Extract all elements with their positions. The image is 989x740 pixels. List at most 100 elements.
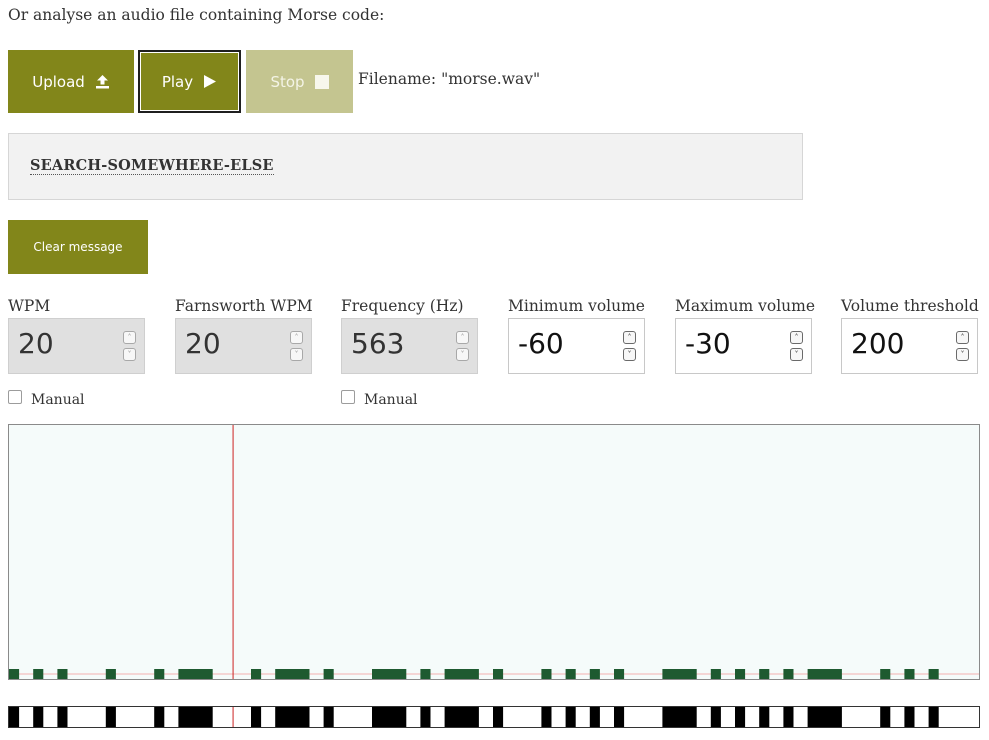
farnsworth-wpm-value: 20 — [185, 327, 221, 360]
signal-pulse — [710, 669, 721, 679]
morse-mark — [33, 707, 44, 727]
minimum-volume-field: Minimum volume -60 ˄ ˅ — [508, 297, 646, 374]
volume-threshold-field: Volume threshold 200 ˄ ˅ — [841, 297, 979, 374]
upload-button[interactable]: Upload — [8, 50, 134, 113]
signal-pulse — [662, 669, 697, 679]
stop-icon — [314, 74, 329, 89]
morse-mark — [614, 707, 625, 727]
morse-mark — [154, 707, 165, 727]
morse-mark — [589, 707, 600, 727]
threshold-decrement-icon[interactable]: ˅ — [956, 348, 969, 361]
wpm-input[interactable]: 20 ˄ ˅ — [8, 318, 145, 374]
minimum-volume-label: Minimum volume — [508, 297, 645, 315]
morse-mark — [372, 707, 407, 727]
manual-wpm-checkbox[interactable] — [8, 390, 22, 404]
morse-mark — [807, 707, 842, 727]
min-volume-increment-icon[interactable]: ˄ — [623, 331, 636, 344]
signal-pulse — [33, 669, 44, 679]
threshold-increment-icon[interactable]: ˄ — [956, 331, 969, 344]
frequency-increment-icon[interactable]: ˄ — [456, 331, 469, 344]
farnsworth-wpm-field: Farnsworth WPM 20 ˄ ˅ — [175, 297, 313, 374]
signal-pulse — [759, 669, 770, 679]
morse-mark — [323, 707, 334, 727]
frequency-input[interactable]: 563 ˄ ˅ — [341, 318, 478, 374]
morse-mark — [880, 707, 891, 727]
wpm-value: 20 — [18, 327, 54, 360]
stop-button[interactable]: Stop — [246, 50, 353, 113]
signal-pulse — [928, 669, 939, 679]
signal-pulse — [589, 669, 600, 679]
farnsworth-wpm-input[interactable]: 20 ˄ ˅ — [175, 318, 312, 374]
morse-mark — [541, 707, 552, 727]
play-button-label: Play — [161, 72, 194, 91]
volume-threshold-value: 200 — [851, 327, 905, 360]
signal-pulse — [57, 669, 68, 679]
signal-pulse — [444, 669, 479, 679]
wpm-decrement-icon[interactable]: ˅ — [123, 348, 136, 361]
manual-wpm-toggle[interactable]: Manual — [8, 390, 85, 408]
signal-pulse — [323, 669, 334, 679]
farnsworth-increment-icon[interactable]: ˄ — [290, 331, 303, 344]
farnsworth-wpm-label: Farnsworth WPM — [175, 297, 313, 315]
morse-mark — [493, 707, 504, 727]
decoded-message-text: SEARCH-SOMEWHERE-ELSE — [30, 157, 274, 175]
signal-pulse — [807, 669, 842, 679]
manual-wpm-label: Manual — [31, 392, 85, 408]
morse-mark — [275, 707, 310, 727]
maximum-volume-label: Maximum volume — [675, 297, 816, 315]
min-volume-decrement-icon[interactable]: ˅ — [623, 348, 636, 361]
decoded-message-box: SEARCH-SOMEWHERE-ELSE — [8, 133, 803, 200]
frequency-value: 563 — [351, 327, 405, 360]
upload-button-label: Upload — [32, 72, 85, 91]
filename-text: Filename: "morse.wav" — [358, 70, 541, 88]
signal-pulse — [541, 669, 552, 679]
maximum-volume-input[interactable]: -30 ˄ ˅ — [675, 318, 812, 374]
morse-mark — [9, 707, 20, 727]
morse-timeline[interactable] — [8, 706, 980, 728]
signal-pulse — [9, 669, 20, 679]
wpm-increment-icon[interactable]: ˄ — [123, 331, 136, 344]
frequency-decrement-icon[interactable]: ˅ — [456, 348, 469, 361]
clear-message-button[interactable]: Clear message — [8, 220, 148, 274]
morse-mark — [904, 707, 915, 727]
morse-mark — [565, 707, 576, 727]
farnsworth-decrement-icon[interactable]: ˅ — [290, 348, 303, 361]
max-volume-decrement-icon[interactable]: ˅ — [790, 348, 803, 361]
signal-pulse — [178, 669, 213, 679]
signal-pulse — [420, 669, 431, 679]
maximum-volume-field: Maximum volume -30 ˄ ˅ — [675, 297, 816, 374]
signal-visualizer[interactable] — [8, 424, 980, 680]
signal-pulse — [154, 669, 165, 679]
morse-mark — [105, 707, 116, 727]
play-icon — [204, 75, 217, 88]
max-volume-increment-icon[interactable]: ˄ — [790, 331, 803, 344]
morse-mark — [57, 707, 68, 727]
maximum-volume-value: -30 — [685, 327, 731, 360]
signal-pulse — [372, 669, 407, 679]
morse-mark — [420, 707, 431, 727]
manual-frequency-toggle[interactable]: Manual — [341, 390, 418, 408]
stop-button-label: Stop — [270, 72, 305, 91]
volume-threshold-label: Volume threshold — [841, 297, 979, 315]
morse-mark — [251, 707, 262, 727]
signal-pulse — [105, 669, 116, 679]
signal-visualizer-canvas — [9, 425, 979, 679]
intro-text: Or analyse an audio file containing Mors… — [8, 6, 385, 24]
play-button[interactable]: Play — [138, 50, 241, 113]
minimum-volume-input[interactable]: -60 ˄ ˅ — [508, 318, 645, 374]
morse-mark — [759, 707, 770, 727]
morse-mark — [783, 707, 794, 727]
morse-mark — [662, 707, 697, 727]
manual-frequency-label: Manual — [364, 392, 418, 408]
morse-mark — [710, 707, 721, 727]
morse-mark — [178, 707, 213, 727]
morse-mark — [444, 707, 479, 727]
manual-frequency-checkbox[interactable] — [341, 390, 355, 404]
signal-pulse — [275, 669, 310, 679]
morse-mark — [928, 707, 939, 727]
volume-threshold-input[interactable]: 200 ˄ ˅ — [841, 318, 978, 374]
signal-pulse — [783, 669, 794, 679]
signal-pulse — [565, 669, 576, 679]
upload-icon — [95, 75, 109, 89]
signal-pulse — [904, 669, 915, 679]
